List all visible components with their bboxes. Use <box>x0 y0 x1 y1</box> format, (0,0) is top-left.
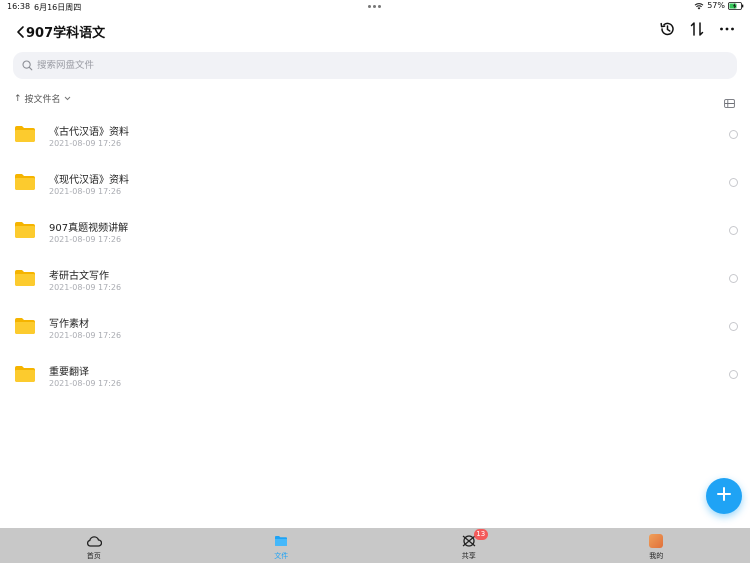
list-item[interactable]: 907真题视频讲解 2021-08-09 17:26 <box>0 207 750 255</box>
select-checkbox[interactable] <box>729 130 738 139</box>
file-date: 2021-08-09 17:26 <box>49 283 122 292</box>
chevron-left-icon <box>16 25 25 39</box>
folder-icon <box>14 365 36 383</box>
tab-files[interactable]: 文件 <box>188 528 376 563</box>
list-item[interactable]: 考研古文写作 2021-08-09 17:26 <box>0 255 750 303</box>
file-name: 907真题视频讲解 <box>49 223 129 234</box>
multitask-dots-icon[interactable] <box>368 5 381 8</box>
view-mode-button[interactable] <box>724 93 735 112</box>
tab-label: 首页 <box>86 552 101 560</box>
folder-icon <box>14 125 36 143</box>
avatar <box>648 533 664 549</box>
plus-icon <box>716 486 732 506</box>
select-checkbox[interactable] <box>729 274 738 283</box>
page-title: 907学科语文 <box>26 26 106 41</box>
file-date: 2021-08-09 17:26 <box>49 187 122 196</box>
tab-profile[interactable]: 我的 <box>563 528 750 563</box>
sort-label: 按文件名 <box>24 95 61 105</box>
notification-badge: 13 <box>473 529 488 540</box>
battery-percent: 57% <box>707 1 725 10</box>
header-actions <box>658 22 736 40</box>
file-name: 重要翻译 <box>49 367 89 378</box>
header: 907学科语文 <box>0 18 750 46</box>
select-checkbox[interactable] <box>729 226 738 235</box>
back-button[interactable]: 907学科语文 <box>16 22 105 41</box>
folder-icon <box>14 173 36 191</box>
status-date: 6月16日周四 <box>34 3 82 12</box>
select-checkbox[interactable] <box>729 322 738 331</box>
tab-label: 我的 <box>649 552 664 560</box>
sort-arrows-icon <box>689 21 705 41</box>
battery-icon <box>728 1 744 10</box>
file-name: 《古代汉语》资料 <box>49 127 129 138</box>
file-name: 考研古文写作 <box>49 271 109 282</box>
file-name: 《现代汉语》资料 <box>49 175 129 186</box>
folder-icon <box>14 317 36 335</box>
file-name: 写作素材 <box>49 319 89 330</box>
sort-toggle-button[interactable] <box>688 22 706 40</box>
list-item[interactable]: 写作素材 2021-08-09 17:26 <box>0 303 750 351</box>
chevron-down-icon <box>64 94 71 104</box>
list-view-icon <box>724 93 735 112</box>
folder-icon <box>14 221 36 239</box>
history-button[interactable] <box>658 22 676 40</box>
list-item[interactable]: 《古代汉语》资料 2021-08-09 17:26 <box>0 111 750 159</box>
more-dots-icon <box>719 21 735 41</box>
search-bar[interactable] <box>13 52 737 79</box>
sort-by-name-dropdown[interactable]: ↑ 按文件名 <box>14 92 71 105</box>
wifi-icon <box>694 2 704 10</box>
file-date: 2021-08-09 17:26 <box>49 331 122 340</box>
status-bar: 16:38 6月16日周四 57% <box>0 0 750 14</box>
select-checkbox[interactable] <box>729 178 738 187</box>
folder-icon <box>273 533 289 549</box>
folder-icon <box>14 269 36 287</box>
file-list: 《古代汉语》资料 2021-08-09 17:26 《现代汉语》资料 2021-… <box>0 111 750 399</box>
search-icon <box>22 60 33 71</box>
file-date: 2021-08-09 17:26 <box>49 379 122 388</box>
list-item[interactable]: 重要翻译 2021-08-09 17:26 <box>0 351 750 399</box>
select-checkbox[interactable] <box>729 370 738 379</box>
more-button[interactable] <box>718 22 736 40</box>
cloud-icon <box>86 533 102 549</box>
file-date: 2021-08-09 17:26 <box>49 235 122 244</box>
status-time: 16:38 <box>7 2 31 11</box>
app-window: 16:38 6月16日周四 57% 907学科语文 搜索网盘文件 ↑ 按文件名 … <box>0 0 750 563</box>
status-right: 57% <box>694 1 744 10</box>
history-icon <box>659 21 675 41</box>
tab-share[interactable]: 13 共享 <box>375 528 563 563</box>
add-button[interactable] <box>706 478 742 514</box>
search-input[interactable] <box>37 60 637 71</box>
tab-home[interactable]: 首页 <box>0 528 188 563</box>
tab-bar: 首页 文件 13 共享 我的 <box>0 528 750 563</box>
list-item[interactable]: 《现代汉语》资料 2021-08-09 17:26 <box>0 159 750 207</box>
tab-label: 文件 <box>274 552 289 560</box>
file-date: 2021-08-09 17:26 <box>49 139 122 148</box>
arrow-up-icon: ↑ <box>14 93 22 104</box>
tab-label: 共享 <box>461 552 476 560</box>
